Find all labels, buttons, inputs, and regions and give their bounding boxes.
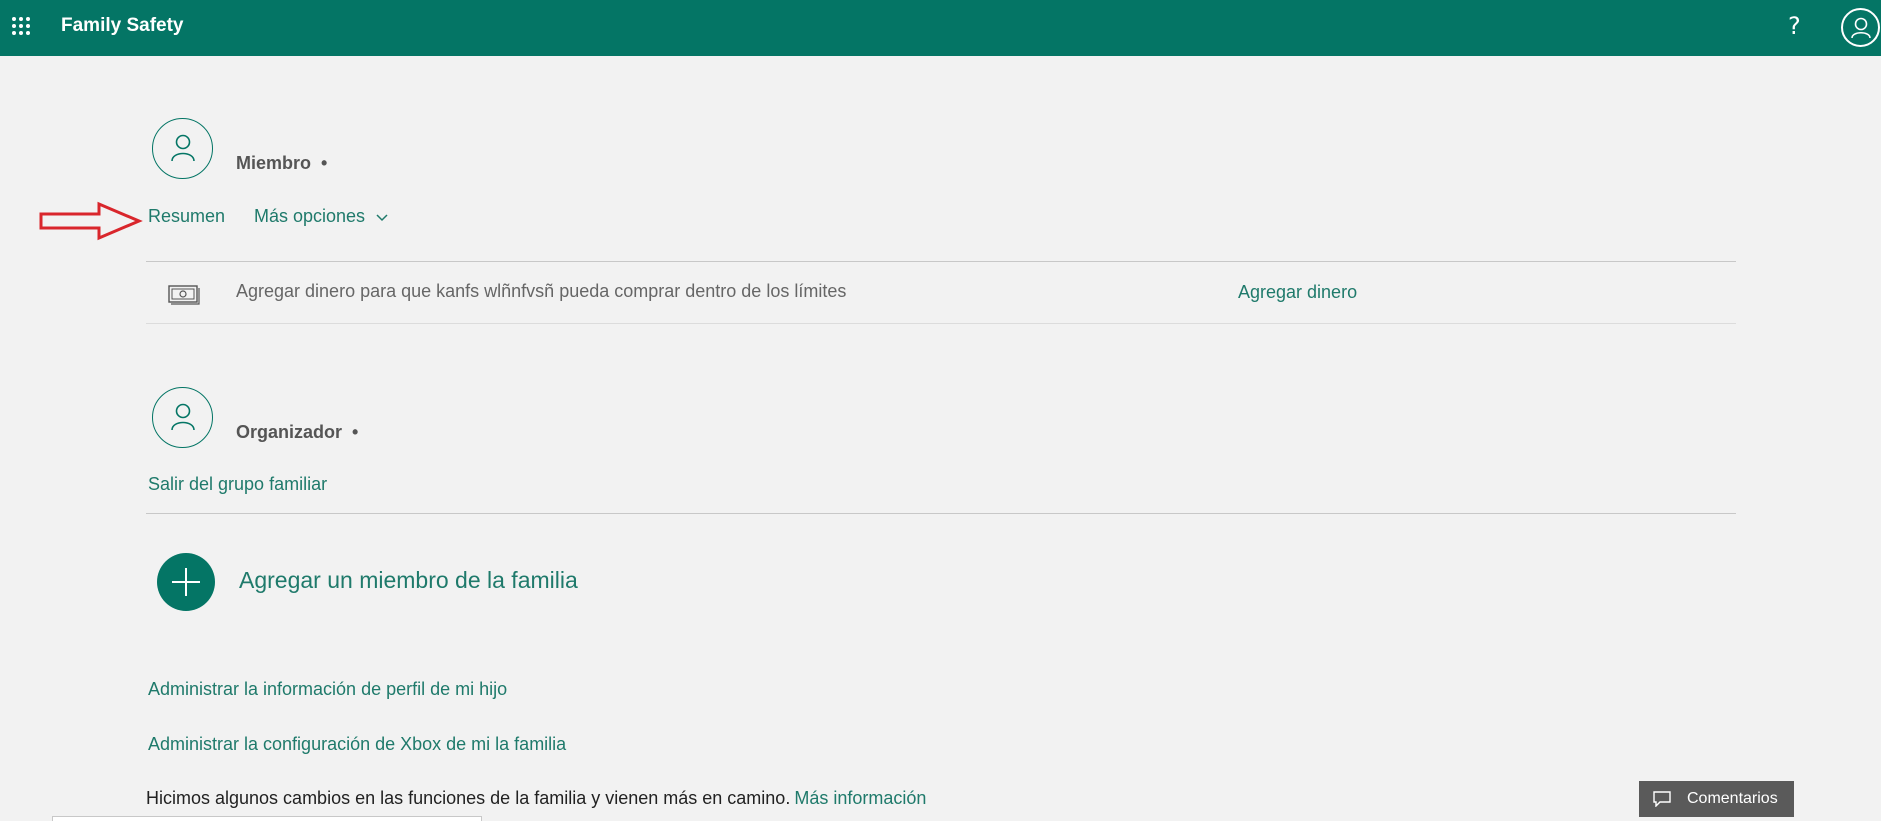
- tab-mas-opciones[interactable]: Más opciones: [254, 206, 388, 227]
- bottom-edge-strip: [52, 816, 482, 821]
- help-icon[interactable]: ?: [1788, 12, 1801, 40]
- chevron-down-icon: [376, 214, 388, 222]
- app-title[interactable]: Family Safety: [61, 15, 184, 37]
- app-launcher-icon[interactable]: [12, 17, 30, 35]
- leave-family-link[interactable]: Salir del grupo familiar: [148, 474, 327, 495]
- annotation-arrow-icon: [39, 201, 143, 241]
- feedback-button[interactable]: Comentarios: [1639, 781, 1794, 817]
- manage-child-profile-link[interactable]: Administrar la información de perfil de …: [148, 679, 507, 700]
- organizer-divider: [146, 513, 1736, 514]
- member-name-dot: •: [321, 153, 328, 173]
- add-money-link[interactable]: Agregar dinero: [1238, 282, 1357, 303]
- organizer-role-label: Organizador •: [236, 422, 359, 442]
- changes-notice: Hicimos algunos cambios en las funciones…: [146, 788, 926, 809]
- add-member-label[interactable]: Agregar un miembro de la familia: [239, 567, 578, 594]
- comment-icon: [1653, 791, 1671, 807]
- manage-xbox-settings-link[interactable]: Administrar la configuración de Xbox de …: [148, 734, 566, 755]
- member-role-label: Miembro •: [236, 153, 328, 173]
- changes-notice-text: Hicimos algunos cambios en las funciones…: [146, 788, 791, 808]
- tab-resumen[interactable]: Resumen: [148, 206, 225, 227]
- member-divider-bottom: [146, 323, 1736, 324]
- feedback-label: Comentarios: [1687, 790, 1778, 807]
- account-icon[interactable]: [1841, 8, 1880, 47]
- more-info-link[interactable]: Más información: [794, 788, 926, 808]
- member-avatar[interactable]: [152, 118, 213, 179]
- money-icon: [168, 285, 200, 305]
- add-member-button[interactable]: [157, 553, 215, 611]
- add-money-text: Agregar dinero para que kanfs wlñnfvsñ p…: [236, 281, 847, 301]
- member-divider-top: [146, 261, 1736, 262]
- organizer-avatar[interactable]: [152, 387, 213, 448]
- organizer-name-dot: •: [352, 422, 359, 442]
- top-bar: Family Safety ?: [0, 0, 1881, 56]
